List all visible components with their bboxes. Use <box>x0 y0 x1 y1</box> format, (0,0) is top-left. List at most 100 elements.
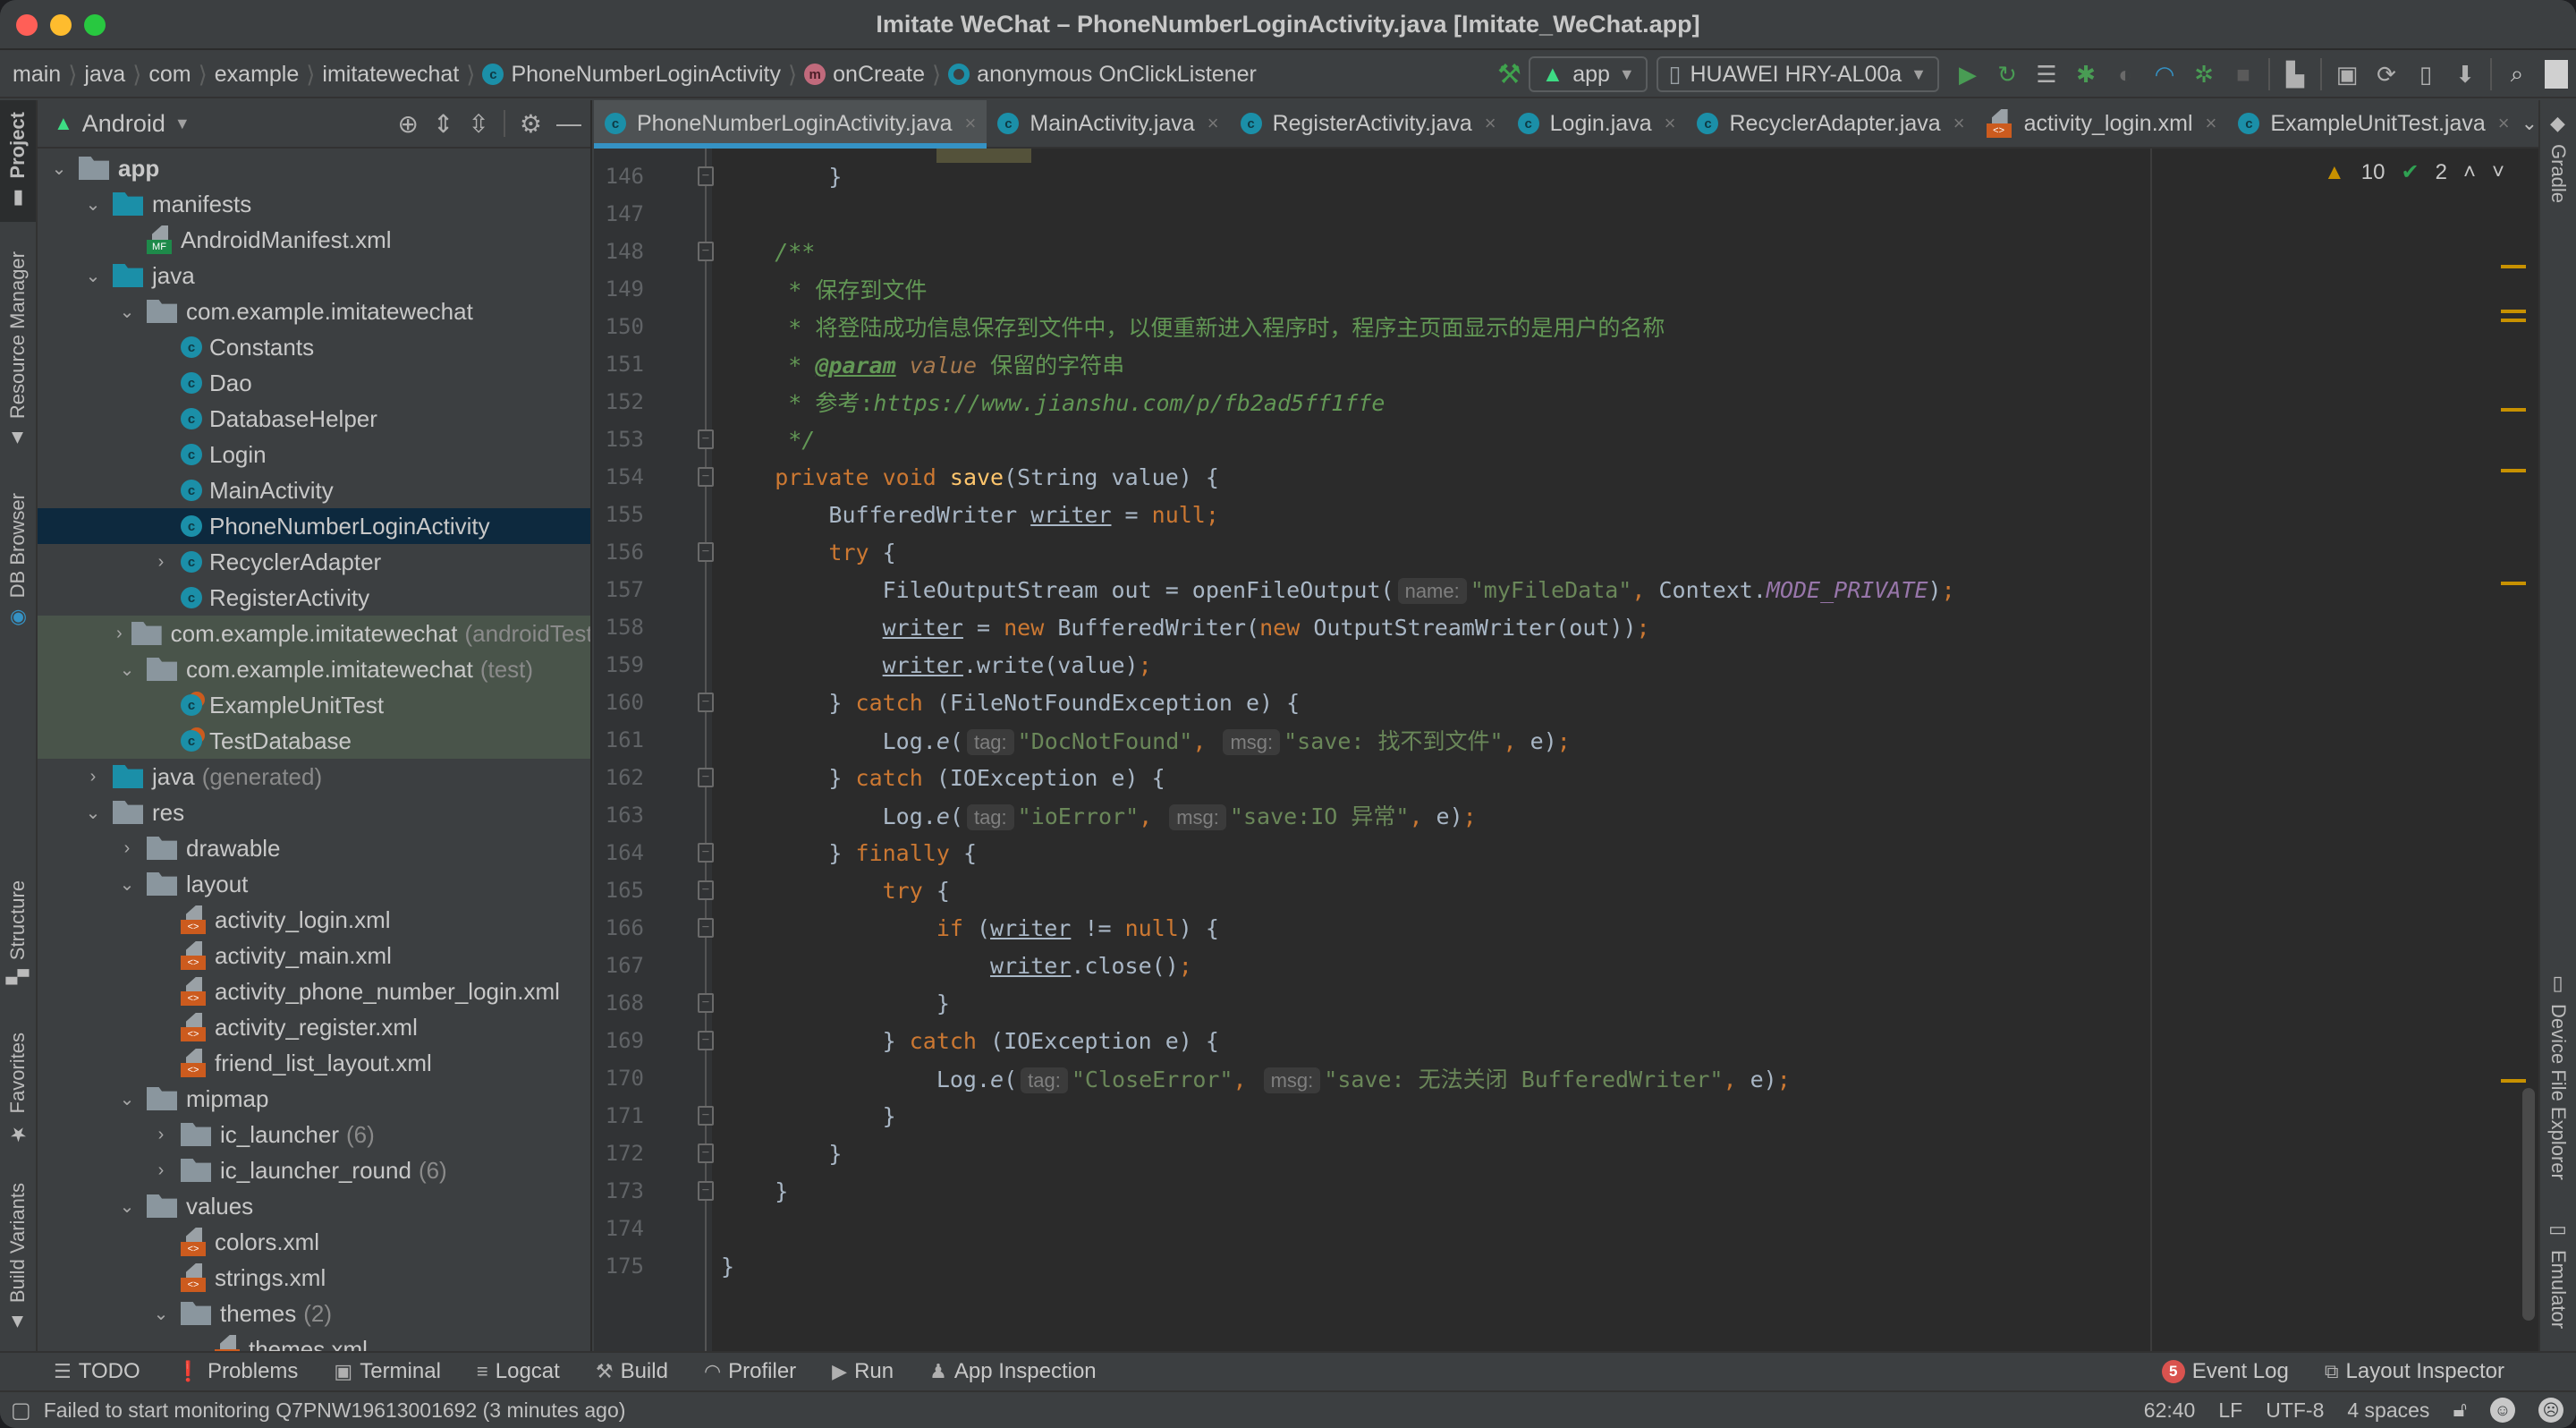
chevron-down-icon[interactable]: ⌄ <box>48 157 70 180</box>
chevron-down-icon[interactable]: ⌄ <box>150 1303 172 1325</box>
tree-node[interactable]: c RegisterActivity <box>38 580 590 616</box>
tree-node[interactable]: ⌄ app <box>38 150 590 186</box>
toggle-tool-windows-icon[interactable]: ▢ <box>11 1398 31 1424</box>
feedback-happy-icon[interactable]: ☺ <box>2490 1398 2515 1423</box>
tool-tab-favorites[interactable]: ★ Favorites <box>0 1013 36 1165</box>
fold-end-icon[interactable]: − <box>698 166 714 186</box>
tree-node[interactable]: themes.xml <box>38 1331 590 1351</box>
collapse-all-icon[interactable]: ⇳ <box>468 109 488 139</box>
breadcrumb-item[interactable]: com <box>141 62 198 88</box>
tree-node[interactable]: ⌄ java <box>38 258 590 293</box>
close-icon[interactable]: × <box>2206 112 2217 135</box>
fold-end-icon[interactable]: − <box>698 1181 714 1201</box>
chevron-down-icon[interactable]: ⌄ <box>82 193 104 216</box>
chevron-down-icon[interactable]: ⌄ <box>116 873 138 896</box>
tree-node[interactable]: c PhoneNumberLoginActivity <box>38 508 590 544</box>
tree-node[interactable]: › drawable <box>38 830 590 866</box>
tree-node[interactable]: AndroidManifest.xml <box>38 222 590 258</box>
device-manager-button[interactable]: ▣ <box>2327 56 2367 92</box>
chevron-down-icon[interactable]: ⌄ <box>82 265 104 287</box>
tool-tab-event-log[interactable]: 5 Event Log <box>2161 1359 2289 1384</box>
tool-tab-structure[interactable]: ▚ Structure <box>0 861 36 1004</box>
fold-end-icon[interactable]: − <box>698 993 714 1013</box>
close-icon[interactable]: × <box>965 112 977 135</box>
line-separator[interactable]: LF <box>2218 1398 2242 1423</box>
read-only-lock-icon[interactable]: 🔓︎ <box>2453 1398 2467 1423</box>
fold-start-icon[interactable]: − <box>698 918 714 938</box>
device-dropdown[interactable]: ▯ HUAWEI HRY-AL00a ▼ <box>1656 56 1939 92</box>
chevron-right-icon[interactable]: › <box>116 838 138 859</box>
tool-tab-emulator[interactable]: ▭ Emulator <box>2540 1219 2576 1329</box>
avd-manager-button[interactable]: ▯ <box>2406 56 2445 92</box>
tool-tab-todo[interactable]: ☰ TODO <box>54 1359 140 1384</box>
tree-node[interactable]: ⌄ layout <box>38 866 590 902</box>
tool-tab-resource-manager[interactable]: ▲ Resource Manager <box>0 243 36 458</box>
breadcrumb-item[interactable]: example <box>208 62 307 88</box>
tree-node[interactable]: ⌄ manifests <box>38 186 590 222</box>
fold-start-icon[interactable]: − <box>698 467 714 487</box>
code-editor[interactable]: ▲ 10 ✔ 2 ˄ ˅ 146− } 147 148− /** 149 * 保… <box>594 149 2538 1351</box>
fold-end-icon[interactable]: − <box>698 768 714 787</box>
tree-node[interactable]: c Constants <box>38 329 590 365</box>
tool-tab-db-browser[interactable]: ◉ DB Browser <box>0 476 36 646</box>
project-structure-button[interactable]: ▙ <box>2275 56 2315 92</box>
tree-node[interactable]: activity_phone_number_login.xml <box>38 973 590 1009</box>
tree-node[interactable]: c ExampleUnitTest <box>38 687 590 723</box>
tree-node[interactable]: ⌄ mipmap <box>38 1081 590 1117</box>
breadcrumb-item[interactable]: main <box>5 62 68 88</box>
coverage-button[interactable]: ◐ <box>2106 56 2145 92</box>
close-icon[interactable]: × <box>1208 112 1219 135</box>
breadcrumb-item[interactable]: m onCreate <box>797 62 932 88</box>
debug-button[interactable]: ✱ <box>2066 56 2106 92</box>
run-button[interactable]: ▶ <box>1948 56 1987 92</box>
hide-panel-icon[interactable]: — <box>556 109 581 138</box>
breadcrumb-item[interactable]: imitatewechat <box>315 62 466 88</box>
fold-start-icon[interactable]: − <box>698 693 714 712</box>
chevron-right-icon[interactable]: › <box>150 1160 172 1181</box>
tree-node[interactable]: activity_register.xml <box>38 1009 590 1045</box>
tree-node[interactable]: activity_main.xml <box>38 938 590 973</box>
editor-tab[interactable]: activity_login.xml × <box>1976 100 2228 147</box>
expand-all-icon[interactable]: ⇕ <box>433 109 453 139</box>
fold-end-icon[interactable]: − <box>698 429 714 449</box>
tree-node[interactable]: › ic_launcher (6) <box>38 1117 590 1152</box>
fold-start-icon[interactable]: − <box>698 542 714 562</box>
chevron-right-icon[interactable]: › <box>82 767 104 787</box>
profile-button[interactable]: ◠ <box>2145 56 2184 92</box>
tree-node[interactable]: strings.xml <box>38 1260 590 1296</box>
gear-icon[interactable]: ⚙ <box>520 109 542 139</box>
tool-tab-project[interactable]: ▮ Project <box>0 100 36 222</box>
tool-tab-app-inspection[interactable]: ♟ App Inspection <box>929 1359 1097 1384</box>
feedback-sad-icon[interactable]: ☹ <box>2538 1398 2563 1423</box>
breadcrumb-item[interactable]: java <box>77 62 132 88</box>
tree-node[interactable]: activity_login.xml <box>38 902 590 938</box>
attach-debugger-button[interactable]: ✲ <box>2184 56 2224 92</box>
tool-tab-device-file-explorer[interactable]: ▯ Device File Explorer <box>2540 973 2576 1180</box>
editor-tab[interactable]: c MainActivity.java × <box>987 100 1229 147</box>
gradle-sync-button[interactable]: ⟳ <box>2367 56 2406 92</box>
chevron-down-icon[interactable]: ⌄ <box>116 1088 138 1110</box>
fold-end-icon[interactable]: − <box>698 1106 714 1126</box>
chevron-down-icon[interactable]: ⌄ <box>116 659 138 681</box>
breadcrumb-item[interactable]: anonymous OnClickListener <box>941 62 1264 88</box>
tree-node[interactable]: ⌄ values <box>38 1188 590 1224</box>
tree-node[interactable]: › com.example.imitatewechat (androidTest) <box>38 616 590 651</box>
tree-node[interactable]: ⌄ com.example.imitatewechat (test) <box>38 651 590 687</box>
tool-tab-terminal[interactable]: ▣ Terminal <box>334 1359 441 1384</box>
chevron-right-icon[interactable]: › <box>116 624 123 644</box>
file-encoding[interactable]: UTF-8 <box>2266 1398 2324 1423</box>
comment-url-link[interactable]: https://www.jianshu.com/p/fb2ad5ff1ffe <box>873 390 1385 416</box>
close-icon[interactable]: × <box>1665 112 1676 135</box>
account-button[interactable] <box>2537 56 2576 92</box>
close-icon[interactable]: × <box>1485 112 1496 135</box>
tree-node[interactable]: c Login <box>38 437 590 472</box>
tree-node[interactable]: c DatabaseHelper <box>38 401 590 437</box>
close-icon[interactable]: × <box>2498 112 2510 135</box>
tool-tab-logcat[interactable]: ≡ Logcat <box>477 1359 560 1384</box>
caret-position[interactable]: 62:40 <box>2144 1398 2196 1423</box>
tree-node[interactable]: colors.xml <box>38 1224 590 1260</box>
tool-tab-gradle[interactable]: ◆ Gradle <box>2540 113 2576 203</box>
chevron-down-icon[interactable]: ⌄ <box>116 1195 138 1218</box>
chevron-down-icon[interactable]: ⌄ <box>82 802 104 824</box>
tool-tab-problems[interactable]: ❗ Problems <box>176 1359 299 1384</box>
